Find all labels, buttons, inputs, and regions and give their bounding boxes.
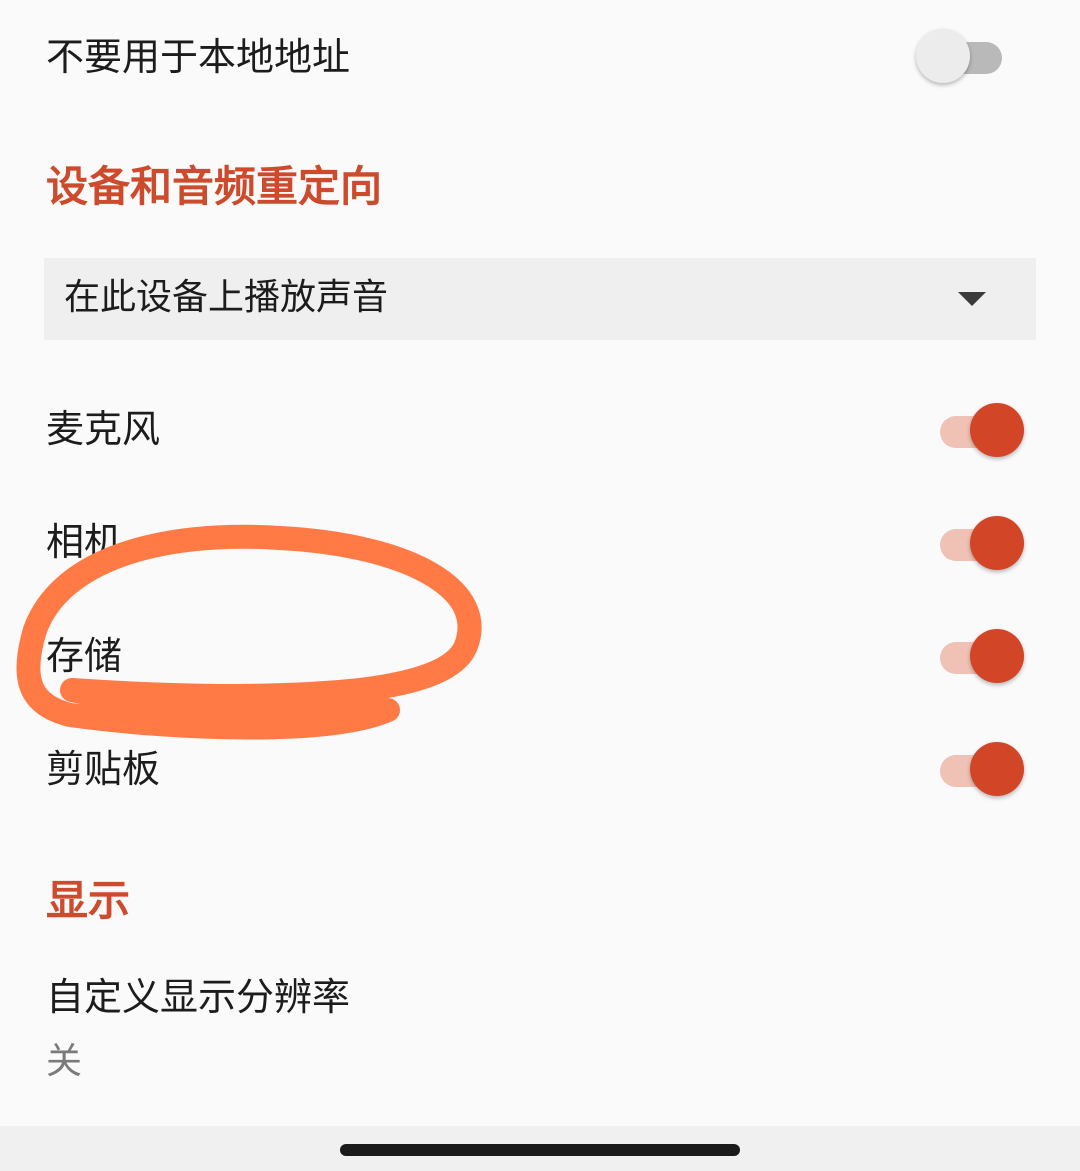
clipboard-toggle[interactable]	[938, 739, 1038, 799]
storage-label: 存储	[46, 634, 123, 678]
custom-resolution-label[interactable]: 自定义显示分辨率	[46, 978, 350, 1016]
toggle-thumb	[916, 29, 970, 83]
toggle-thumb	[970, 629, 1024, 683]
toggle-thumb	[970, 403, 1024, 457]
camera-toggle[interactable]	[938, 513, 1038, 573]
redirect-section-title: 设备和音频重定向	[46, 162, 383, 211]
gesture-nav-area	[0, 1126, 1080, 1171]
toggle-thumb	[970, 742, 1024, 796]
local-address-toggle[interactable]	[916, 26, 1016, 86]
microphone-label: 麦克风	[46, 407, 161, 451]
audio-select[interactable]: 在此设备上播放声音	[44, 258, 1036, 340]
clipboard-label: 剪贴板	[46, 747, 161, 791]
settings-page: 不要用于本地地址 设备和音频重定向 在此设备上播放声音 麦克风 相机 存储 剪贴…	[0, 0, 1080, 1171]
camera-label: 相机	[46, 520, 123, 564]
microphone-toggle[interactable]	[938, 400, 1038, 460]
display-section-title: 显示	[46, 876, 131, 925]
custom-resolution-value: 关	[46, 1041, 83, 1082]
caret-down-icon	[958, 292, 986, 306]
audio-select-value: 在此设备上播放声音	[64, 277, 389, 318]
toggle-thumb	[970, 516, 1024, 570]
storage-toggle[interactable]	[938, 626, 1038, 686]
local-address-label: 不要用于本地地址	[46, 35, 351, 79]
home-indicator[interactable]	[340, 1144, 740, 1156]
